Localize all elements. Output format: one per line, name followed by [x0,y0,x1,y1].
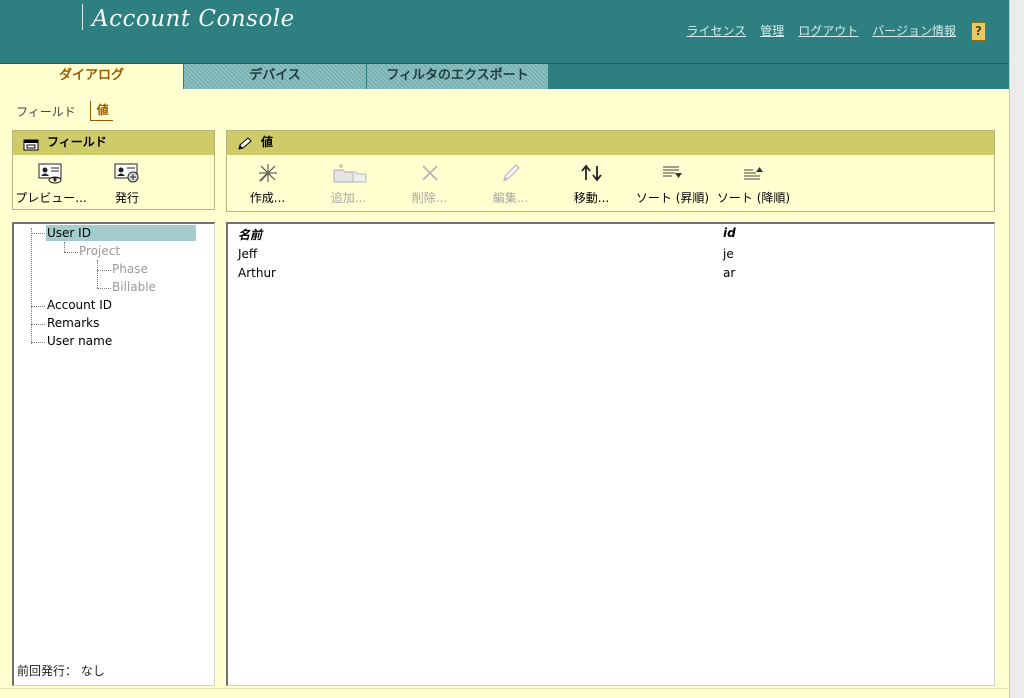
tree-connector [31,342,45,343]
help-icon[interactable]: ? [971,22,986,41]
tree-node-account-id[interactable]: Account ID [47,297,112,313]
app-title: Account Console [92,6,295,32]
add-button[interactable]: 追加... [308,155,389,211]
tab-devices[interactable]: デバイス [183,64,366,89]
create-icon [257,162,279,184]
sort-ascending-button[interactable]: ソート (昇順) [632,155,713,211]
header-divider [82,4,83,30]
header-links: ライセンス 管理 ログアウト バージョン情報 [686,22,956,39]
app-header: Account Console ライセンス 管理 ログアウト バージョン情報 ? [0,0,1024,64]
create-button[interactable]: 作成... [227,155,308,211]
field-tree: User ID Project Phase Billable Account I… [12,222,215,686]
values-panel: 値 作成... 追加... 削除... 編集... 移動... ソート (昇順)… [226,130,995,212]
tree-connector [31,233,45,234]
logout-link[interactable]: ログアウト [798,22,858,39]
sort-descending-button[interactable]: ソート (降順) [713,155,794,211]
tree-connector [97,260,98,288]
version-info-link[interactable]: バージョン情報 [872,22,956,39]
fields-toolbar: プレビュー... 発行 [13,155,214,211]
last-publish-status: 前回発行： なし [17,664,105,678]
delete-icon [419,162,441,184]
tree-node-user-id[interactable]: User ID [46,225,196,241]
preview-icon [37,162,65,184]
move-button-label: 移動... [573,191,610,205]
cell-name: Arthur [238,266,276,280]
move-icon [579,162,605,184]
create-button-label: 作成... [249,191,286,205]
edit-button[interactable]: 編集... [470,155,551,211]
tab-dialog[interactable]: ダイアログ [0,64,183,89]
publish-button[interactable]: 発行 [89,155,165,211]
sort-ascending-label: ソート (昇順) [635,191,710,205]
cell-id: ar [723,266,736,280]
tree-connector [64,252,78,253]
tree-connector [31,228,32,344]
fields-panel-header: フィールド [13,131,214,155]
breadcrumb-fields[interactable]: フィールド [16,103,76,120]
breadcrumb: フィールド 値 [16,101,113,121]
values-toolbar: 作成... 追加... 削除... 編集... 移動... ソート (昇順) ソ… [227,155,994,211]
tree-node-remarks[interactable]: Remarks [47,315,99,331]
add-icon [331,162,367,184]
fields-panel: フィールド プレビュー... 発行 [12,130,215,210]
cell-name: Jeff [238,247,258,261]
column-header-id[interactable]: id [723,226,736,240]
field-icon [23,136,39,159]
fields-panel-title: フィールド [47,135,107,149]
column-header-name[interactable]: 名前 [238,226,262,243]
edit-button-label: 編集... [492,191,529,205]
tree-connector [31,306,45,307]
bottom-bar [0,688,1009,698]
admin-link[interactable]: 管理 [760,22,784,39]
sort-descending-label: ソート (降順) [716,191,791,205]
tree-connector [97,270,111,271]
tree-node-phase[interactable]: Phase [112,261,148,277]
publish-icon [113,162,141,184]
sort-descending-icon [741,162,767,184]
tab-strip: ダイアログ デバイス フィルタのエクスポート [0,64,1024,89]
tree-connector [97,288,111,289]
preview-button[interactable]: プレビュー... [13,155,89,211]
edit-icon [500,162,522,184]
add-button-label: 追加... [330,191,367,205]
tree-connector [64,242,65,252]
values-panel-header: 値 [227,131,994,155]
tree-node-project[interactable]: Project [79,243,120,259]
tree-connector [31,324,45,325]
delete-button[interactable]: 削除... [389,155,470,211]
cell-id: je [723,247,734,261]
values-panel-title: 値 [261,135,274,149]
sort-ascending-icon [660,162,686,184]
license-link[interactable]: ライセンス [686,22,746,39]
tree-node-billable[interactable]: Billable [112,279,156,295]
pencil-icon [237,136,253,159]
vertical-scrollbar[interactable] [1009,0,1024,698]
publish-button-label: 発行 [114,191,139,205]
tab-filter-export[interactable]: フィルタのエクスポート [366,64,548,89]
delete-button-label: 削除... [411,191,448,205]
preview-button-label: プレビュー... [15,191,87,205]
tree-node-user-name[interactable]: User name [47,333,112,349]
move-button[interactable]: 移動... [551,155,632,211]
breadcrumb-values: 値 [89,101,113,121]
values-table: 名前 id Jeff je Arthur ar [226,222,995,686]
